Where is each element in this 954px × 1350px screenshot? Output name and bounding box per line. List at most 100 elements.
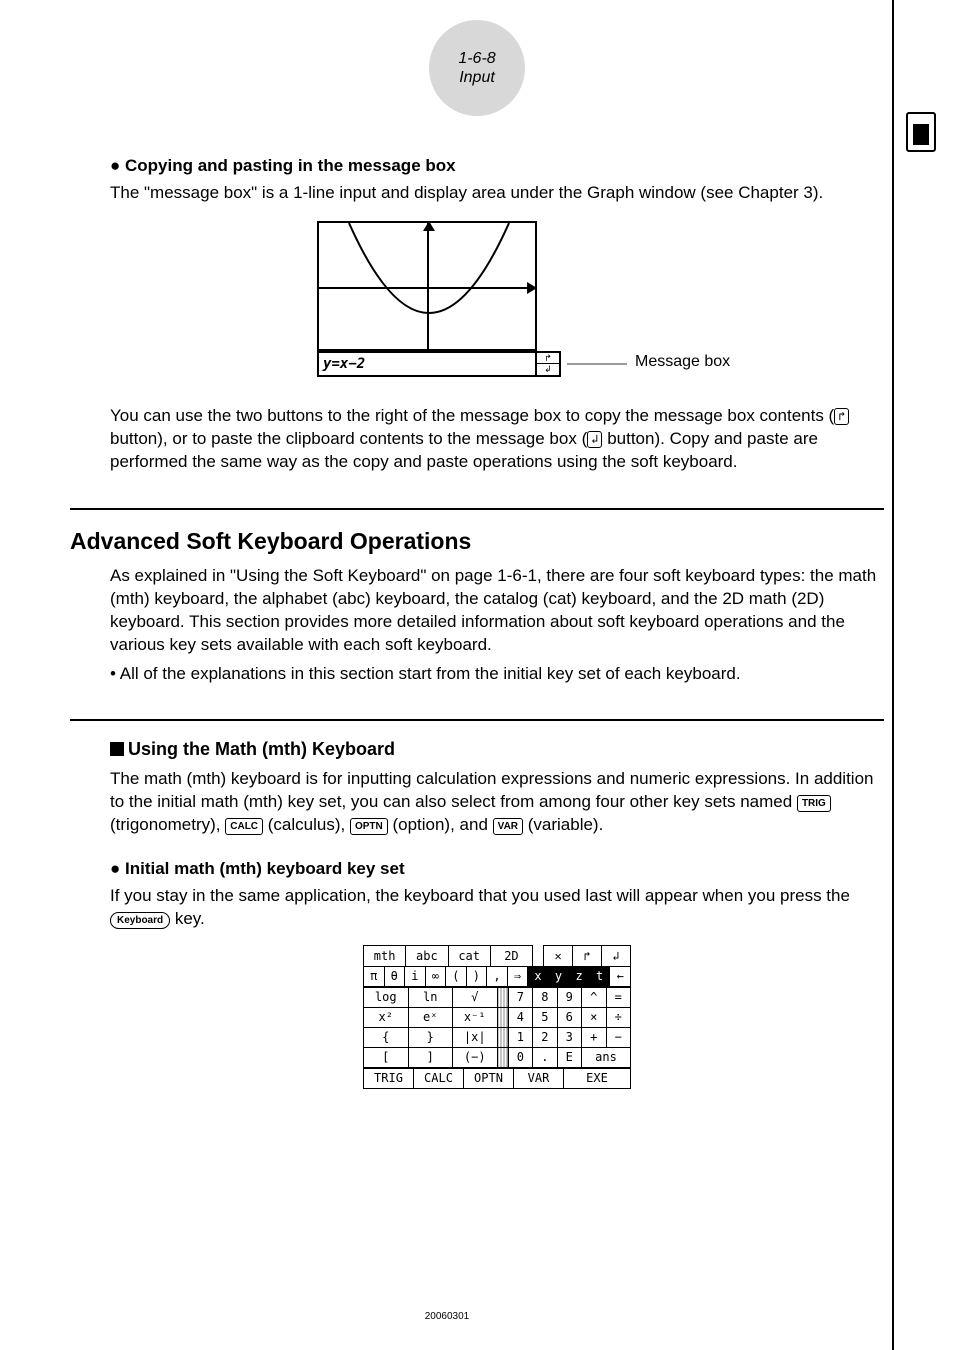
s1-p1: The "message box" is a 1-line input and …: [110, 182, 884, 205]
kb-key[interactable]: eˣ: [408, 1007, 453, 1027]
kb-key[interactable]: 8: [533, 987, 557, 1007]
kb-key[interactable]: 3: [557, 1027, 581, 1047]
kb-key-backspace[interactable]: ←: [610, 966, 631, 986]
kb-tab-optn[interactable]: OPTN: [464, 1068, 514, 1088]
keyboard-key: Keyboard: [110, 912, 170, 929]
mth-keyboard-figure: mth abc cat 2D ✕ ↱ ↲ π θ i ∞ ( ) , ⇒ x y: [363, 945, 631, 1089]
kb-key[interactable]: ]: [408, 1047, 453, 1067]
kb-paste-icon[interactable]: ↲: [602, 946, 631, 966]
kb-copy-icon[interactable]: ↱: [573, 946, 602, 966]
content-block-2: As explained in "Using the Soft Keyboard…: [110, 565, 884, 686]
kb-key[interactable]: 5: [533, 1007, 557, 1027]
page-header-badge: 1-6-8 Input: [429, 20, 525, 116]
kb-key[interactable]: |x|: [453, 1027, 498, 1047]
content-block-1: ● Copying and pasting in the message box…: [110, 156, 884, 474]
message-box-expr: y=x−2: [323, 356, 365, 372]
kb-key[interactable]: 7: [508, 987, 532, 1007]
kb-key[interactable]: 2: [533, 1027, 557, 1047]
footer-code: 20060301: [0, 1311, 894, 1322]
optn-key: OPTN: [350, 818, 388, 835]
kb-key[interactable]: 4: [508, 1007, 532, 1027]
kb-divider: [497, 1007, 508, 1027]
kb-key[interactable]: 0: [508, 1047, 532, 1067]
kb-key[interactable]: i: [405, 966, 426, 986]
trig-key: TRIG: [797, 795, 831, 812]
black-square-icon: [110, 742, 124, 756]
kb-divider: [497, 1027, 508, 1047]
kb-tab-cat[interactable]: cat: [448, 946, 490, 966]
kb-close-icon[interactable]: ✕: [544, 946, 573, 966]
kb-grid: log ln √ 7 8 9 ^ = x² eˣ x⁻¹ 4 5: [363, 987, 631, 1068]
kb-key[interactable]: {: [364, 1027, 409, 1047]
kb-key[interactable]: θ: [384, 966, 405, 986]
kb-key[interactable]: 1: [508, 1027, 532, 1047]
kb-key[interactable]: ^: [582, 987, 606, 1007]
kb-key[interactable]: ∞: [425, 966, 446, 986]
graph-window: [317, 221, 537, 351]
calc-key: CALC: [225, 818, 263, 835]
parabola-curve: [319, 223, 539, 353]
kb-key[interactable]: .: [533, 1047, 557, 1067]
page-section: Input: [459, 68, 495, 87]
kb-key[interactable]: √: [453, 987, 498, 1007]
s2-title: Advanced Soft Keyboard Operations: [70, 528, 884, 555]
kb-key[interactable]: ln: [408, 987, 453, 1007]
kb-key[interactable]: [: [364, 1047, 409, 1067]
message-box-row: y=x−2 ↱ ↲: [317, 351, 565, 377]
copy-small-button[interactable]: ↱: [537, 353, 559, 365]
s3-title: Using the Math (mth) Keyboard: [110, 739, 884, 760]
s2-p1: As explained in "Using the Soft Keyboard…: [110, 565, 884, 657]
kb-key[interactable]: t: [589, 966, 610, 986]
kb-tab-2d[interactable]: 2D: [490, 946, 532, 966]
kb-row1: π θ i ∞ ( ) , ⇒ x y z t ←: [363, 966, 631, 987]
kb-bottom-row: TRIG CALC OPTN VAR EXE: [363, 1068, 631, 1089]
var-key: VAR: [493, 818, 523, 835]
content-block-3: Using the Math (mth) Keyboard The math (…: [110, 739, 884, 1088]
kb-key[interactable]: x⁻¹: [453, 1007, 498, 1027]
s2-p2: • All of the explanations in this sectio…: [110, 663, 884, 686]
paste-icon: ↲: [587, 431, 602, 448]
kb-key[interactable]: ÷: [606, 1007, 631, 1027]
kb-tab-trig[interactable]: TRIG: [364, 1068, 414, 1088]
message-box-buttons: ↱ ↲: [537, 351, 561, 377]
kb-tab-mth[interactable]: mth: [364, 946, 406, 966]
kb-divider: [497, 987, 508, 1007]
kb-key[interactable]: (: [446, 966, 467, 986]
kb-key[interactable]: x: [528, 966, 549, 986]
page: 1-6-8 Input ● Copying and pasting in the…: [0, 0, 954, 1109]
paste-small-button[interactable]: ↲: [537, 364, 559, 375]
kb-key[interactable]: E: [557, 1047, 581, 1067]
kb-tab-var[interactable]: VAR: [514, 1068, 564, 1088]
kb-tab-abc[interactable]: abc: [406, 946, 448, 966]
section-rule-2: [70, 719, 884, 721]
kb-key[interactable]: ): [466, 966, 487, 986]
kb-tab-calc[interactable]: CALC: [414, 1068, 464, 1088]
kb-key[interactable]: y: [548, 966, 569, 986]
graph-figure: y=x−2 ↱ ↲ Message box: [257, 221, 737, 391]
message-box-label: Message box: [635, 353, 730, 371]
kb-key[interactable]: 9: [557, 987, 581, 1007]
s4-title: ● Initial math (mth) keyboard key set: [110, 859, 884, 879]
kb-key[interactable]: log: [364, 987, 409, 1007]
message-box-input[interactable]: y=x−2: [317, 351, 537, 377]
kb-key[interactable]: ×: [582, 1007, 606, 1027]
kb-key[interactable]: −: [606, 1027, 631, 1047]
section-rule-1: [70, 508, 884, 510]
kb-key[interactable]: 6: [557, 1007, 581, 1027]
kb-key[interactable]: }: [408, 1027, 453, 1047]
kb-key[interactable]: π: [364, 966, 385, 986]
kb-key-ans[interactable]: ans: [582, 1047, 631, 1067]
kb-key[interactable]: ,: [487, 966, 508, 986]
s3-p1: The math (mth) keyboard is for inputting…: [110, 768, 884, 837]
kb-key[interactable]: +: [582, 1027, 606, 1047]
kb-tabs-row: mth abc cat 2D ✕ ↱ ↲: [363, 945, 631, 966]
s4-p1: If you stay in the same application, the…: [110, 885, 884, 931]
kb-key[interactable]: x²: [364, 1007, 409, 1027]
kb-key[interactable]: =: [606, 987, 631, 1007]
kb-key[interactable]: z: [569, 966, 590, 986]
kb-key[interactable]: (−): [453, 1047, 498, 1067]
kb-key[interactable]: ⇒: [507, 966, 528, 986]
callout-line: [567, 363, 627, 365]
s1-title: ● Copying and pasting in the message box: [110, 156, 884, 176]
kb-key-exe[interactable]: EXE: [564, 1068, 631, 1088]
